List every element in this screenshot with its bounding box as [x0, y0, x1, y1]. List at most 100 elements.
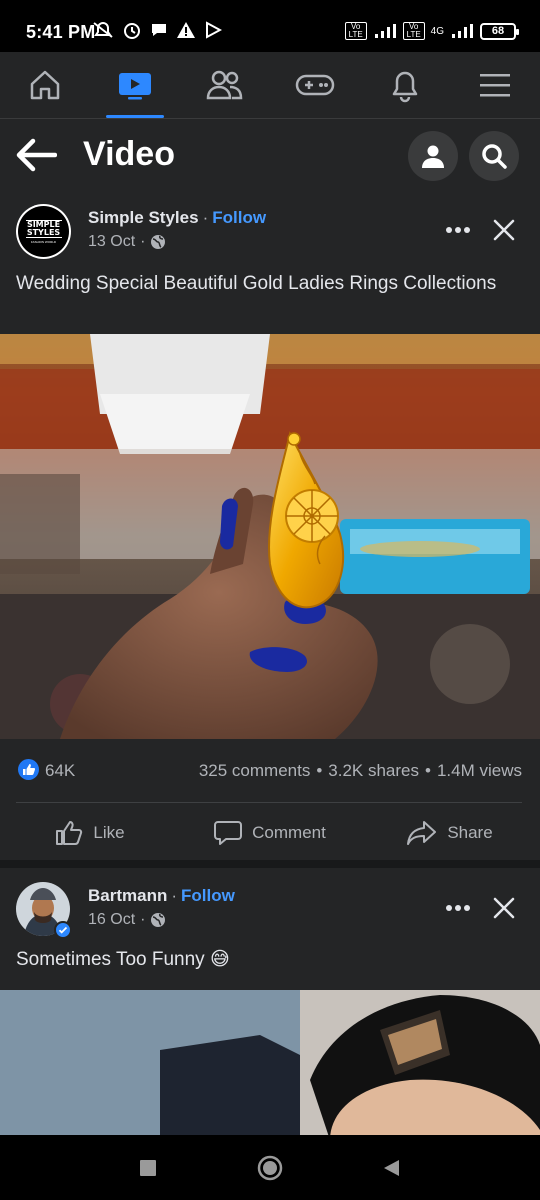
- chat-bubble-icon: [152, 24, 166, 36]
- shares-count[interactable]: 3.2K shares: [328, 761, 419, 781]
- post-meta: 13 Oct ·: [88, 233, 166, 251]
- post-stats: 64K 325 comments • 3.2K shares • 1.4M vi…: [0, 739, 540, 803]
- author-name[interactable]: Simple Styles: [88, 208, 199, 227]
- like-button[interactable]: Like: [0, 820, 180, 846]
- post-header: Bartmann · Follow 16 Oct ·: [0, 868, 540, 944]
- separator-dot: ·: [140, 233, 146, 250]
- back-system-button[interactable]: [376, 1153, 406, 1183]
- avatar[interactable]: [16, 882, 72, 939]
- system-navigation-bar: [0, 1135, 540, 1200]
- battery-level: 68: [491, 25, 505, 37]
- comments-count[interactable]: 325 comments: [199, 761, 311, 781]
- tab-video[interactable]: [90, 52, 180, 118]
- comment-button[interactable]: Comment: [180, 820, 360, 846]
- separator-dot: ·: [171, 886, 178, 905]
- tab-friends[interactable]: [180, 52, 270, 118]
- separator-dot: •: [425, 761, 431, 780]
- more-options-button[interactable]: [440, 216, 476, 244]
- post-date[interactable]: 13 Oct: [88, 233, 135, 251]
- top-nav: [0, 52, 540, 118]
- engagement-stats: 325 comments • 3.2K shares • 1.4M views: [199, 761, 522, 781]
- share-label: Share: [447, 823, 493, 842]
- avatar-logo-subtext: FASHION WORLD: [30, 239, 57, 244]
- video-post: SIMPLE STYLES FASHION WORLD Simple Style…: [0, 190, 540, 860]
- more-options-button[interactable]: [440, 894, 476, 922]
- status-time: 5:41 PM: [26, 22, 96, 42]
- views-count: 1.4M views: [436, 761, 522, 780]
- share-icon: [407, 821, 437, 845]
- network-type: 4G: [430, 25, 444, 37]
- author-line: Simple Styles · Follow: [88, 208, 266, 228]
- avatar[interactable]: SIMPLE STYLES FASHION WORLD: [16, 204, 71, 259]
- signal-icon: [374, 24, 396, 38]
- back-button[interactable]: [14, 133, 58, 177]
- video-frame: [0, 990, 540, 1135]
- video-feed[interactable]: SIMPLE STYLES FASHION WORLD Simple Style…: [0, 190, 540, 1135]
- tab-menu[interactable]: [450, 52, 540, 118]
- post-header: SIMPLE STYLES FASHION WORLD Simple Style…: [0, 190, 540, 266]
- tab-gaming[interactable]: [270, 52, 360, 118]
- post-actions: Like Comment Share: [0, 803, 540, 863]
- separator-dot: ·: [140, 911, 146, 928]
- video-player[interactable]: [0, 990, 540, 1135]
- separator-dot: ·: [202, 208, 209, 227]
- page-title: Video: [83, 135, 175, 173]
- alarm-icon: [124, 23, 140, 39]
- gaming-icon: [295, 74, 335, 96]
- search-icon: [482, 144, 507, 169]
- post-caption: Sometimes Too Funny 😅: [16, 949, 230, 970]
- status-right: Vo LTE Vo LTE 4G 68: [344, 22, 519, 40]
- profile-button[interactable]: [408, 131, 458, 181]
- volte-badge-2: Vo LTE: [402, 22, 425, 40]
- like-label: Like: [93, 823, 125, 842]
- tab-notifications[interactable]: [360, 52, 450, 118]
- follow-button[interactable]: Follow: [212, 208, 266, 227]
- battery-icon: 68: [480, 22, 519, 40]
- circle-home-icon: [257, 1155, 283, 1181]
- avatar-logo-text: SIMPLE STYLES: [25, 219, 62, 238]
- signal-icon-2: [452, 24, 473, 38]
- warning-icon: [177, 22, 195, 38]
- back-arrow-icon: [16, 138, 57, 172]
- author-name[interactable]: Bartmann: [88, 886, 167, 905]
- status-bar: 5:41 PM Vo LTE Vo LTE 4G 68: [0, 0, 540, 52]
- recent-apps-button[interactable]: [133, 1153, 163, 1183]
- tab-home[interactable]: [0, 52, 90, 118]
- more-dots-icon: [446, 905, 470, 911]
- square-icon: [140, 1160, 156, 1176]
- menu-icon: [480, 74, 510, 97]
- hide-post-button[interactable]: [490, 216, 518, 244]
- post-date[interactable]: 16 Oct: [88, 911, 135, 929]
- person-icon: [422, 145, 444, 168]
- comment-label: Comment: [252, 823, 326, 842]
- author-line: Bartmann · Follow: [88, 886, 235, 906]
- muted-notification-icon: [93, 22, 113, 38]
- globe-icon: [151, 913, 166, 927]
- home-system-button[interactable]: [255, 1153, 285, 1183]
- post-meta: 16 Oct ·: [88, 911, 166, 929]
- hide-post-button[interactable]: [490, 894, 518, 922]
- video-icon: [119, 73, 151, 100]
- bell-icon: [392, 71, 418, 103]
- volte-badge-1: Vo LTE: [344, 22, 367, 40]
- video-player[interactable]: [0, 334, 540, 739]
- close-icon: [493, 897, 515, 919]
- close-icon: [493, 219, 515, 241]
- reaction-count[interactable]: 64K: [45, 761, 75, 781]
- divider: [16, 802, 522, 803]
- video-post: Bartmann · Follow 16 Oct · Sometimes Too F…: [0, 868, 540, 1135]
- thumbs-up-icon: [56, 821, 83, 845]
- share-button[interactable]: Share: [360, 820, 540, 846]
- comment-icon: [214, 821, 243, 845]
- triangle-back-icon: [384, 1160, 399, 1176]
- separator-dot: •: [316, 761, 323, 780]
- follow-button[interactable]: Follow: [181, 886, 235, 905]
- status-notification-icons: [92, 20, 222, 40]
- like-reaction-icon: [18, 759, 39, 780]
- home-icon: [30, 70, 60, 100]
- globe-icon: [151, 235, 166, 249]
- play-store-icon: [206, 21, 222, 39]
- more-dots-icon: [446, 227, 470, 233]
- video-frame: [0, 334, 540, 739]
- search-button[interactable]: [469, 131, 519, 181]
